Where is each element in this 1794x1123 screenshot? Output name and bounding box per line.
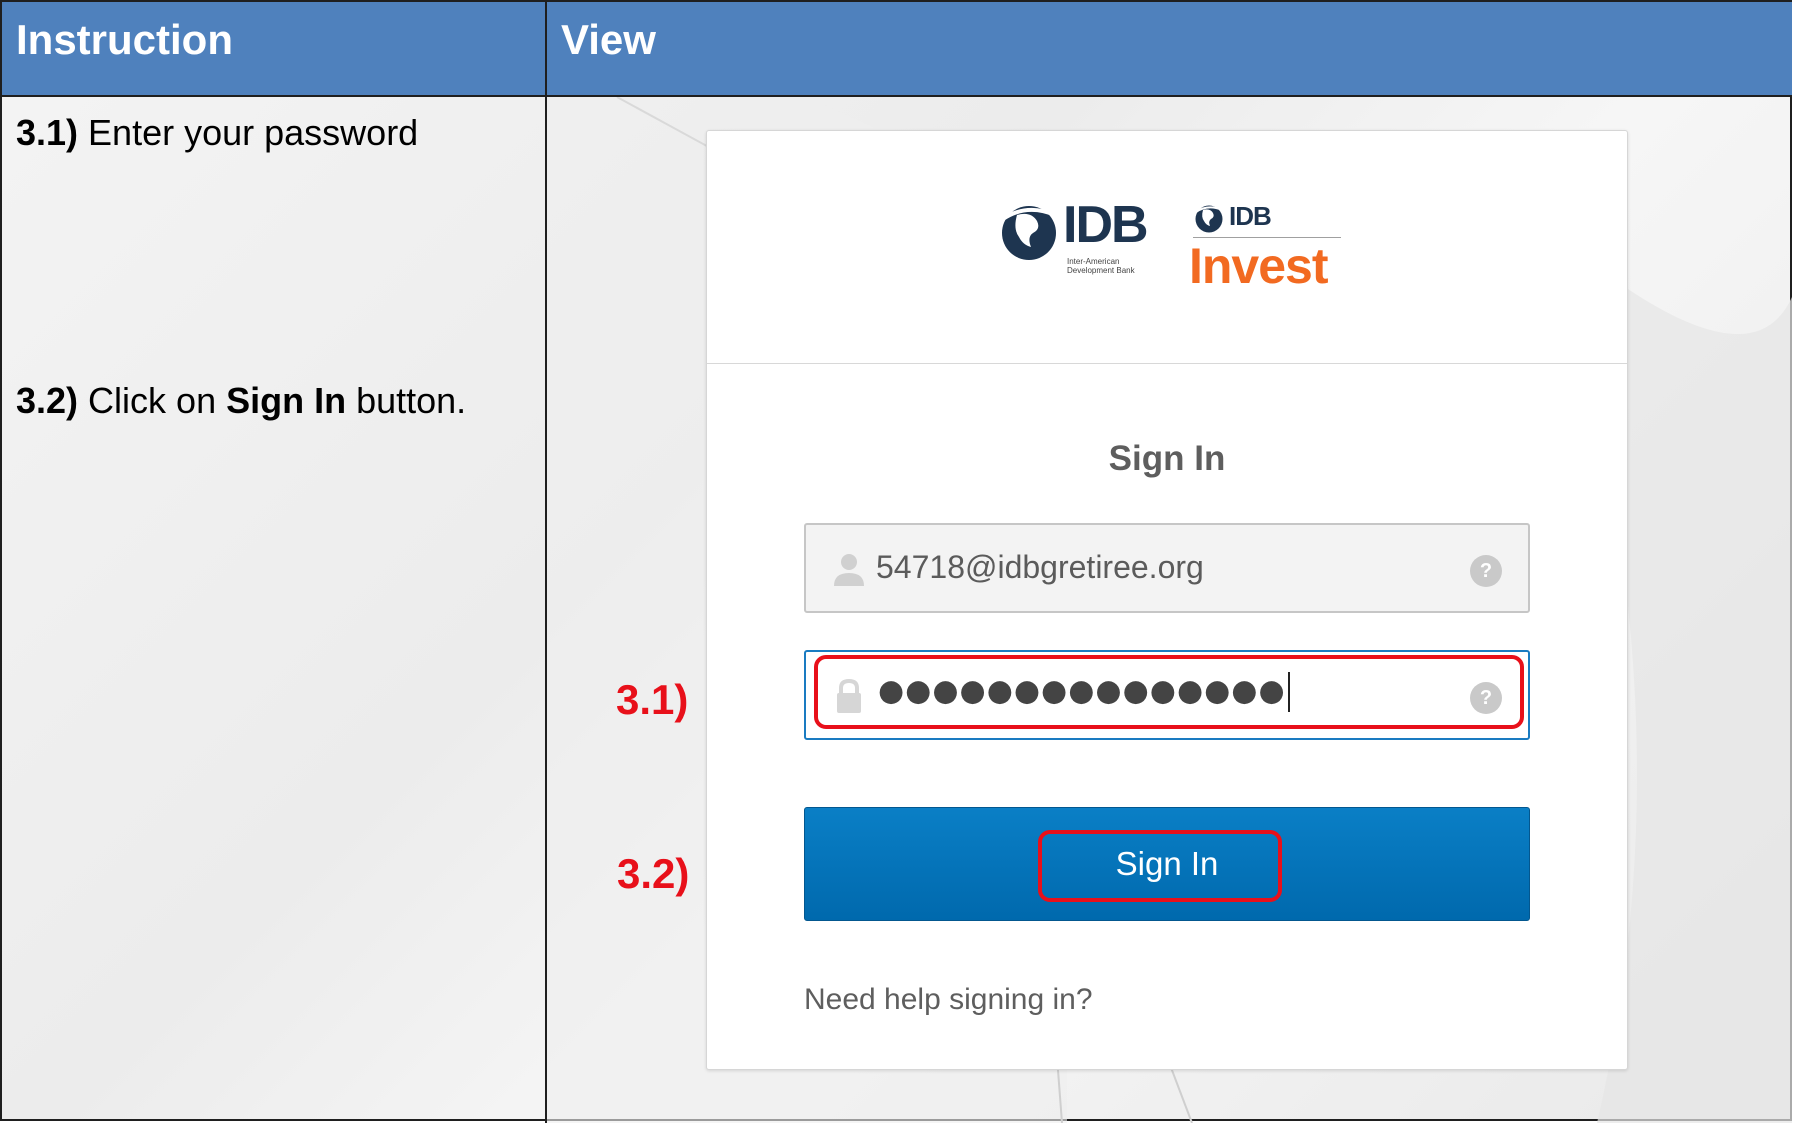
highlight-password [814, 655, 1524, 729]
instruction-step-2-text-before: Click on [78, 380, 227, 421]
user-icon [834, 554, 864, 586]
instruction-step-2-text-after: button. [346, 380, 467, 421]
instruction-step-2-bold: Sign In [226, 380, 347, 421]
logo-idb-subtitle: Inter-American Development Bank [1067, 257, 1135, 275]
header-instruction: Instruction [16, 16, 233, 63]
logo-idb-text: IDB [1063, 196, 1149, 254]
table-header [2, 2, 1792, 97]
logo-idb-small-text: IDB [1229, 201, 1272, 231]
username-value: 54718@idbgretiree.org [876, 549, 1204, 585]
step-label-3-1: 3.1) [616, 676, 689, 723]
step-label-3-2: 3.2) [617, 850, 690, 897]
instruction-step-1: 3.1) Enter your password [16, 112, 418, 154]
header-view: View [561, 16, 656, 63]
globe-logo-small-icon [1195, 205, 1223, 233]
idb-logo: IDB Inter-American Development Bank IDB … [997, 196, 1341, 301]
help-icon[interactable]: ? [1470, 555, 1502, 587]
need-help-link[interactable]: Need help signing in? [804, 983, 1093, 1017]
instruction-step-2: 3.2) Click on Sign In button. [16, 380, 466, 422]
logo-invest-text: Invest [1189, 238, 1329, 294]
globe-logo-icon [1001, 206, 1056, 260]
instruction-step-1-text: Enter your password [78, 112, 419, 153]
instruction-step-2-number: 3.2) [16, 380, 79, 421]
username-field[interactable]: 54718@idbgretiree.org ? [804, 523, 1530, 613]
login-card: IDB Inter-American Development Bank IDB … [706, 130, 1628, 1070]
card-divider [707, 363, 1627, 364]
signin-title: Sign In [1108, 439, 1226, 478]
highlight-signin-button [1038, 830, 1282, 902]
instruction-step-1-number: 3.1) [16, 112, 79, 153]
